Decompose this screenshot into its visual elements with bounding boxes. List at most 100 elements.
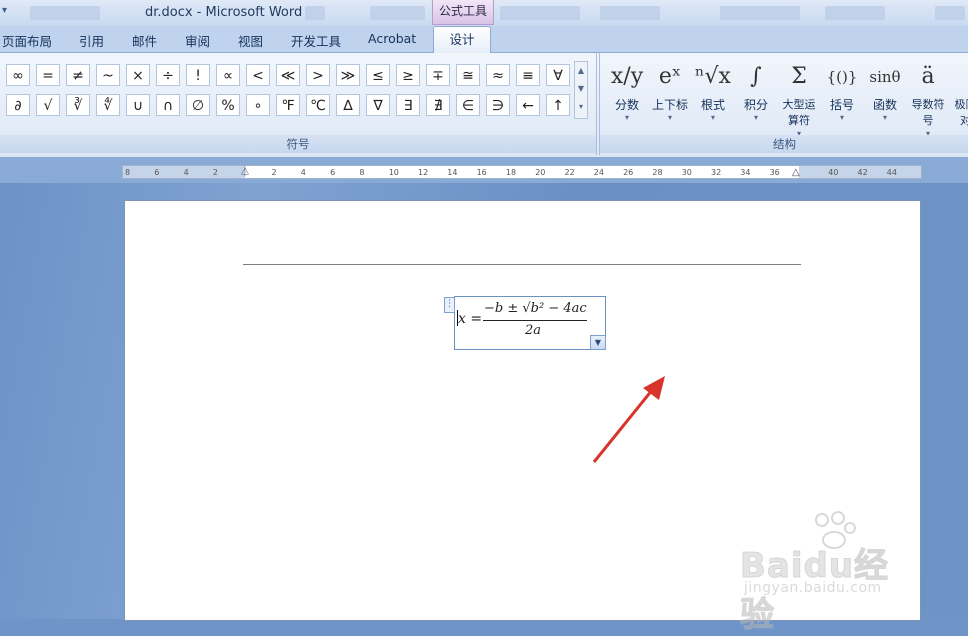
symbol-button[interactable]: ∀ (546, 64, 570, 86)
symbols-group: ∞ = ≠ ~ × ÷! ∝ < ≪ > ≫ ≤ ≥ ∓ ≅ ≈ ≡ ∀ ∂ √ ∛ ∜ ∪ ∩ ∅% ∘ ℉ ℃ ∆ ∇ ∃ ∄ ∈ ∋ ← ↑ … (0, 53, 597, 155)
ribbon: ∞ = ≠ ~ × ÷! ∝ < ≪ > ≫ ≤ ≥ ∓ ≅ ≈ ≡ ∀ ∂ √ ∛ ∜ ∪ ∩ ∅% ∘ ℉ ℃ ∆ ∇ ∃ ∄ ∈ ∋ ← ↑ … (0, 53, 968, 157)
gallery-more-icon[interactable]: ▾ (575, 98, 587, 116)
horizontal-ruler[interactable]: 8 6 4 2 2 4 6 8 10 12 14 16 18 20 22 24 26 28 30 32 34 36 40 42… (122, 165, 922, 179)
symbol-button[interactable]: % (216, 94, 240, 116)
symbol-button[interactable]: ! (186, 64, 210, 86)
tab-mailings[interactable]: 邮件 (132, 31, 157, 50)
ruler-tick: 26 (623, 168, 634, 177)
script-icon: eˣ (658, 64, 682, 89)
ruler-tick: 42 (857, 168, 868, 177)
ruler-tick: 40 (828, 168, 839, 177)
equation-grip-handle[interactable]: ⋮ (444, 297, 455, 313)
tab-page-layout[interactable]: 页面布局 (2, 31, 52, 50)
ruler-tick: 30 (681, 168, 692, 177)
symbols-group-label: 符号 (0, 135, 596, 153)
right-indent-marker-icon[interactable]: △ (792, 167, 800, 178)
symbol-button[interactable]: ∝ (216, 64, 240, 86)
window-title: dr.docx - Microsoft Word (145, 5, 303, 20)
symbol-button[interactable]: ≈ (486, 64, 510, 86)
structure-button[interactable]: ∫ 积分 ▾ (735, 57, 777, 133)
symbol-button[interactable]: ℃ (306, 94, 330, 116)
symbol-button[interactable]: ≤ (366, 64, 390, 86)
integral-icon: ∫ (750, 64, 762, 89)
symbol-button[interactable]: > (306, 64, 330, 86)
structure-button[interactable]: ä 导数符号 ▾ (907, 57, 949, 138)
fraction-bar (483, 320, 587, 321)
structure-label: 积分 (743, 98, 768, 112)
header-line (243, 264, 801, 265)
structure-button[interactable]: Σ 大型运算符 ▾ (778, 57, 820, 138)
symbol-button[interactable]: ∇ (366, 94, 390, 116)
symbol-button[interactable]: = (36, 64, 60, 86)
ruler-tick: 44 (886, 168, 897, 177)
structure-button[interactable]: l极限和对数▾ (950, 57, 968, 133)
symbol-button[interactable]: × (126, 64, 150, 86)
symbol-button[interactable]: ∩ (156, 94, 180, 116)
ruler-tick: 6 (154, 168, 160, 177)
symbol-button[interactable]: ≥ (396, 64, 420, 86)
symbol-button[interactable]: ∃ (396, 94, 420, 116)
structure-label: 分数 (614, 98, 639, 112)
tab-references[interactable]: 引用 (79, 31, 104, 50)
symbol-button[interactable]: ≅ (456, 64, 480, 86)
function-icon: sinθ (869, 68, 901, 86)
ruler-tick: 2 (212, 168, 218, 177)
symbol-button[interactable]: ÷ (156, 64, 180, 86)
symbol-button[interactable]: ∅ (186, 94, 210, 116)
structure-label: 导数符号 (911, 98, 945, 127)
scroll-up-icon[interactable]: ▲ (575, 62, 587, 80)
symbol-button[interactable]: ∄ (426, 94, 450, 116)
baidu-watermark: Baidu经验 jingyan.baidu.com (740, 510, 918, 636)
symbol-button[interactable]: ℉ (276, 94, 300, 116)
ruler-tick: 10 (388, 168, 399, 177)
limit-icon: l (950, 57, 968, 97)
symbol-button[interactable]: ≠ (66, 64, 90, 86)
tab-design[interactable]: 设计 (433, 26, 491, 53)
symbol-button[interactable]: ≪ (276, 64, 300, 86)
symbol-button[interactable]: ∓ (426, 64, 450, 86)
equation-tools-context-label: 公式工具 (432, 0, 494, 25)
ruler-tick: 8 (359, 168, 365, 177)
symbol-button[interactable]: ↑ (546, 94, 570, 116)
tab-view[interactable]: 视图 (238, 31, 263, 50)
symbol-button[interactable]: ∛ (66, 94, 90, 116)
structure-button[interactable]: x/y 分数 ▾ (606, 57, 648, 133)
first-line-indent-marker-icon[interactable]: ⏃ (240, 163, 250, 178)
symbol-button[interactable]: ∂ (6, 94, 30, 116)
symbol-button[interactable]: ≡ (516, 64, 540, 86)
symbol-button[interactable]: ~ (96, 64, 120, 86)
symbol-button[interactable]: ∜ (96, 94, 120, 116)
symbol-button[interactable]: ∆ (336, 94, 360, 116)
tab-review[interactable]: 审阅 (185, 31, 210, 50)
symbol-button[interactable]: ← (516, 94, 540, 116)
dropdown-arrow-icon: ▾ (753, 113, 758, 122)
ruler-tick: 18 (505, 168, 517, 177)
structure-button[interactable]: sinθ 函数 ▾ (864, 57, 906, 133)
symbol-button[interactable]: ∈ (456, 94, 480, 116)
quick-access-arrow-icon[interactable]: ▾ (2, 5, 7, 16)
scroll-down-icon[interactable]: ▼ (575, 80, 587, 98)
structure-label: 函数 (872, 98, 897, 112)
equation-denominator[interactable]: 2a (525, 323, 541, 338)
symbol-button[interactable]: ∘ (246, 94, 270, 116)
equation-options-dropdown[interactable]: ▼ (590, 335, 606, 350)
equation-lhs[interactable]: x = (458, 311, 482, 327)
ruler-tick: 4 (300, 168, 306, 177)
structure-label: 极限和对数 (954, 98, 968, 127)
symbols-gallery-scroll[interactable]: ▲ ▼ ▾ (574, 61, 588, 119)
symbol-button[interactable]: ∋ (486, 94, 510, 116)
symbol-button[interactable]: ∞ (6, 64, 30, 86)
symbol-button[interactable]: ≫ (336, 64, 360, 86)
symbol-button[interactable]: ∪ (126, 94, 150, 116)
symbol-button[interactable]: √ (36, 94, 60, 116)
equation-numerator[interactable]: −b ± √b² − 4ac (484, 301, 587, 316)
structures-group: x/y 分数 ▾ eˣ 上下标 ▾ ⁿ√x 根式 ▾ ∫ 积分 ▾ Σ 大型运算符 ▾{()} 括号 ▾ sinθ… (599, 53, 968, 155)
bracket-icon: {()} (826, 68, 858, 86)
symbol-button[interactable]: < (246, 64, 270, 86)
tab-developer[interactable]: 开发工具 (291, 31, 341, 50)
structure-button[interactable]: ⁿ√x 根式 ▾ (692, 57, 734, 133)
ruler-tick: 22 (564, 168, 575, 177)
tab-acrobat[interactable]: Acrobat (368, 31, 416, 46)
structure-button[interactable]: {()} 括号 ▾ (821, 57, 863, 133)
structure-button[interactable]: eˣ 上下标 ▾ (649, 57, 691, 133)
